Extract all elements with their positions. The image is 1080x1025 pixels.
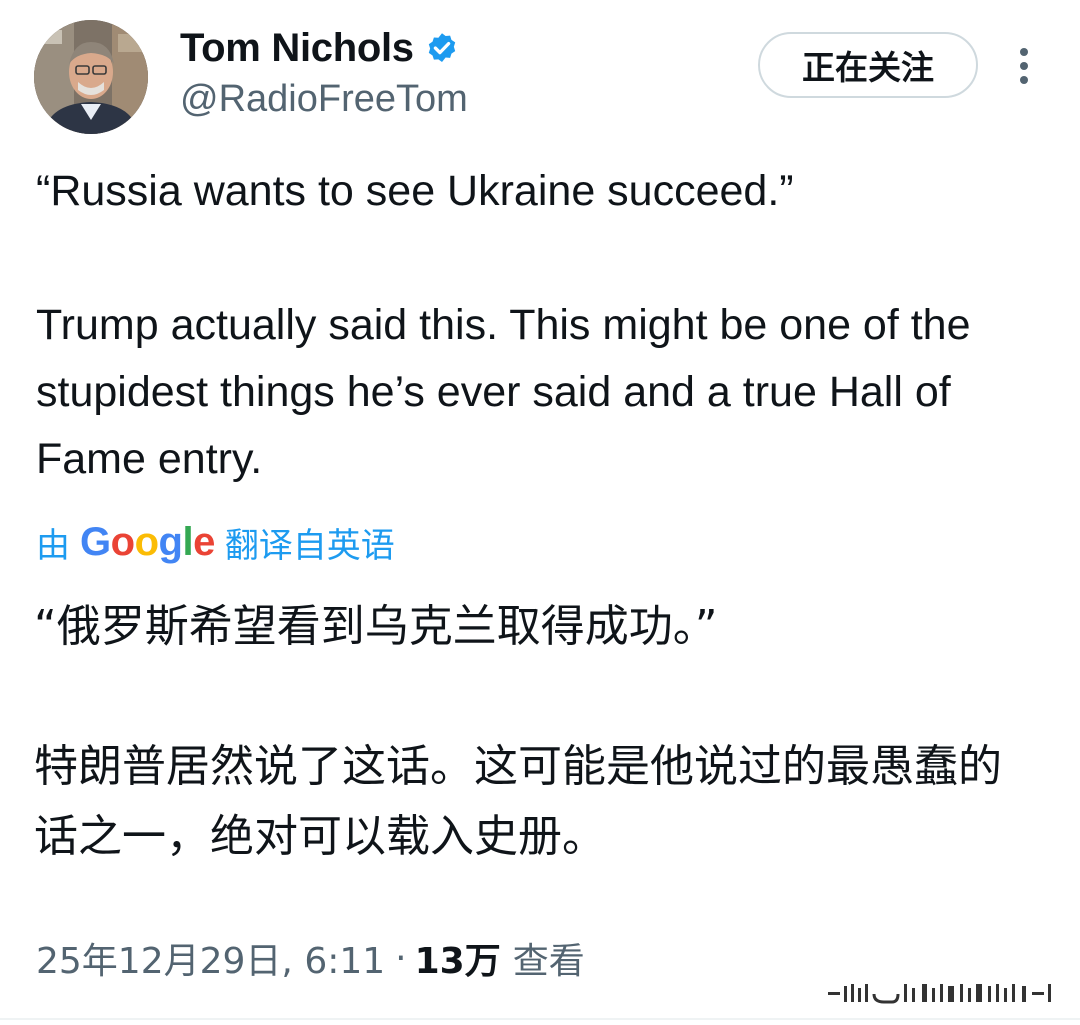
bottom-divider bbox=[0, 1018, 1080, 1020]
tweet-quote: “Russia wants to see Ukraine succeed.” bbox=[36, 167, 794, 215]
author-name-row: Tom Nichols bbox=[180, 24, 460, 72]
views-label: 查看 bbox=[512, 941, 585, 982]
meta-separator: · bbox=[395, 937, 407, 979]
verified-badge-icon bbox=[428, 33, 455, 63]
translation-prefix: 由 bbox=[36, 526, 70, 566]
translation-suffix: 翻译自英语 bbox=[224, 526, 395, 566]
watermark-glyph bbox=[828, 984, 1051, 1004]
tweet-timestamp[interactable]: 25年12月29日, 6:11 bbox=[36, 932, 385, 984]
more-vertical-icon[interactable] bbox=[1008, 44, 1040, 88]
translated-body: 特朗普居然说了这话。这可能是他说过的最愚蠢的话之一，绝对可以载入史册。 bbox=[34, 741, 1002, 862]
views-count: 13万 bbox=[414, 941, 501, 982]
following-button[interactable]: 正在关注 bbox=[758, 32, 978, 98]
google-logo: Google bbox=[80, 520, 215, 564]
translation-attribution[interactable]: 由 Google 翻译自英语 bbox=[36, 518, 395, 567]
tweet-body: Trump actually said this. This might be … bbox=[36, 301, 971, 483]
tweet-meta: 25年12月29日, 6:11 · 13万 查看 bbox=[36, 932, 585, 984]
author-display-name[interactable]: Tom Nichols bbox=[180, 24, 414, 72]
author-avatar[interactable] bbox=[34, 20, 148, 134]
author-handle[interactable]: @RadioFreeTom bbox=[180, 76, 468, 122]
translated-quote: “俄罗斯希望看到乌克兰取得成功。” bbox=[34, 601, 718, 652]
